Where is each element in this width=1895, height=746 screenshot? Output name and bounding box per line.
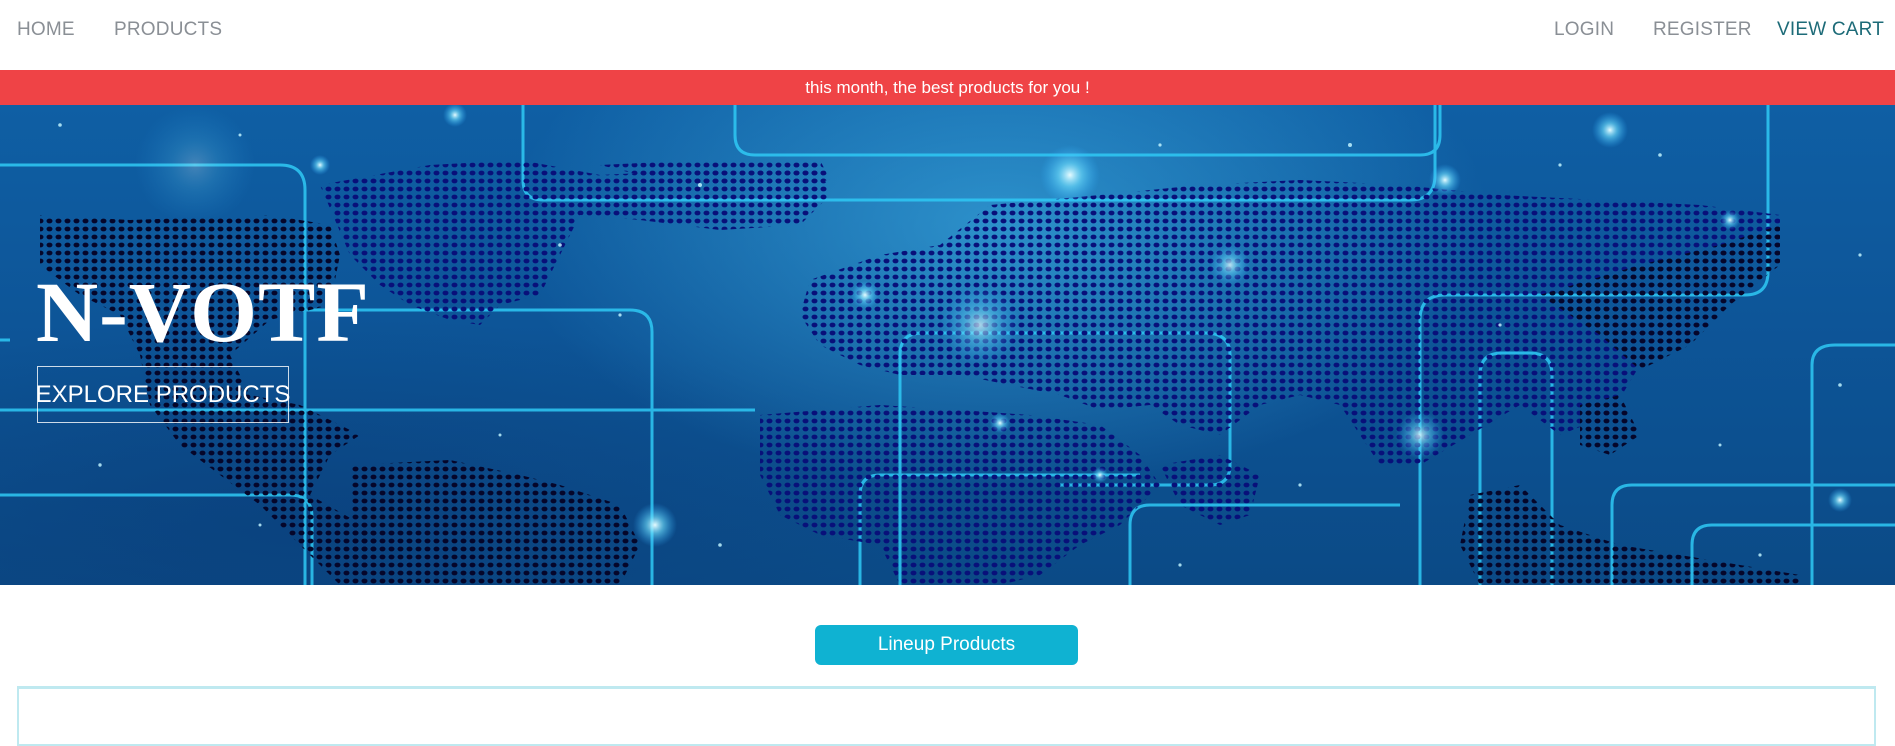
nav-home-link[interactable]: HOME — [17, 18, 75, 42]
announcement-text: this month, the best products for you ! — [805, 77, 1090, 97]
top-navbar: HOME PRODUCTS LOGIN REGISTER VIEW CART — [0, 0, 1895, 70]
explore-products-button[interactable]: EXPLORE PRODUCTS — [36, 366, 290, 423]
hero-title: N-VOTF — [36, 264, 370, 360]
hero-banner: N-VOTF EXPLORE PRODUCTS — [0, 105, 1895, 585]
lineup-products-button[interactable]: Lineup Products — [815, 625, 1078, 665]
announcement-bar: this month, the best products for you ! — [0, 70, 1895, 105]
nav-login-link[interactable]: LOGIN — [1554, 18, 1614, 42]
nav-products-link[interactable]: PRODUCTS — [114, 18, 222, 42]
nav-view-cart-link[interactable]: VIEW CART — [1777, 18, 1884, 42]
product-list-panel — [17, 686, 1876, 746]
nav-register-link[interactable]: REGISTER — [1653, 18, 1752, 42]
